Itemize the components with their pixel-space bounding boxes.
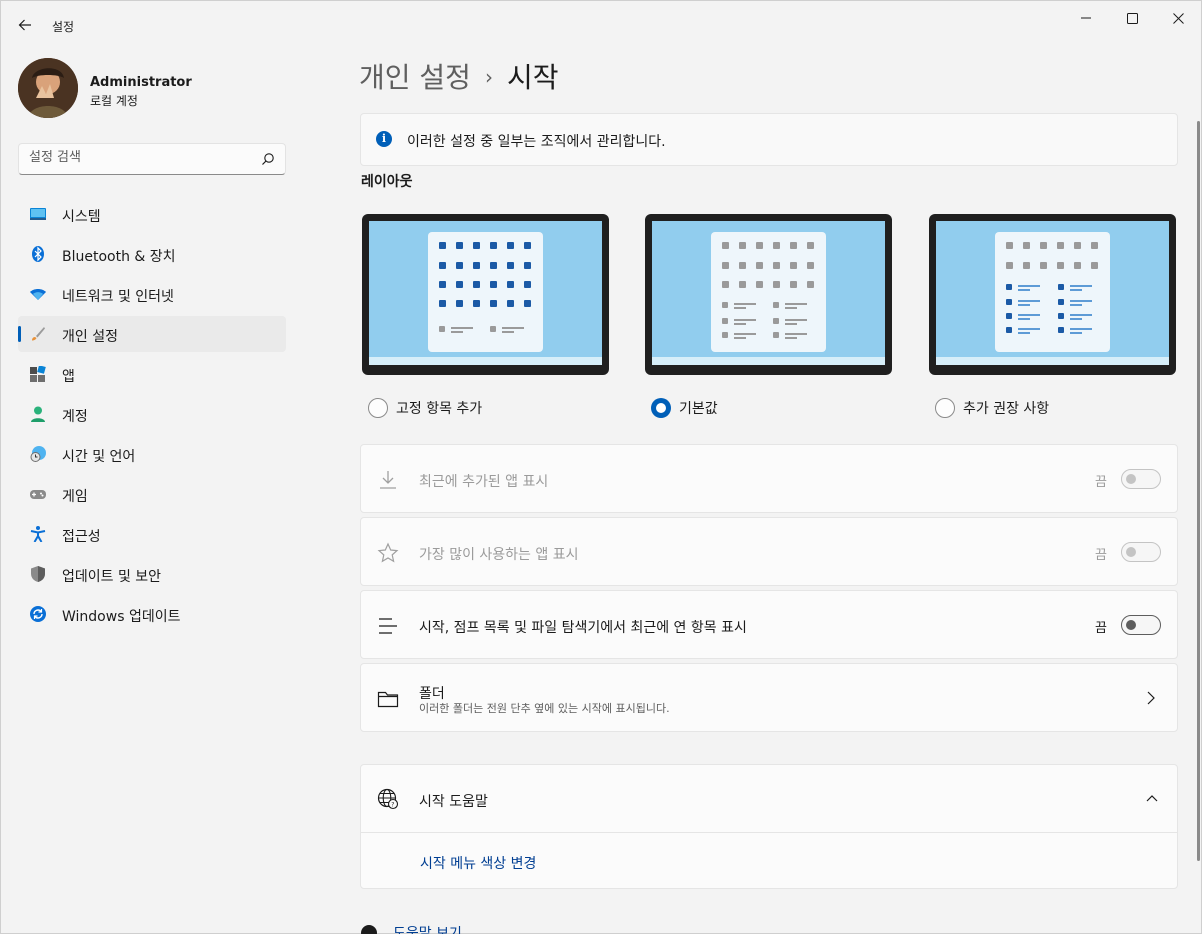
scrollbar[interactable] [1197, 121, 1200, 861]
app-title: 설정 [52, 20, 75, 34]
sidebar-item-label: 계정 [62, 409, 88, 425]
apps-icon [30, 366, 46, 382]
maximize-button[interactable] [1109, 1, 1155, 35]
radio-more-pins[interactable]: 고정 항목 추가 [368, 398, 482, 418]
globe-clock-icon [30, 446, 46, 462]
info-text: 이러한 설정 중 일부는 조직에서 관리합니다. [407, 134, 666, 150]
page-title: 시작 [506, 61, 559, 94]
back-button[interactable] [11, 11, 39, 39]
toggle-state: 끔 [1095, 475, 1107, 490]
sidebar-item-label: Windows 업데이트 [62, 609, 181, 625]
start-help-section: ? 시작 도움말 시작 메뉴 색상 변경 [360, 764, 1178, 889]
layout-preview-default[interactable] [645, 214, 892, 375]
toggle-state: 끔 [1095, 548, 1107, 563]
arrow-left-icon [18, 19, 31, 31]
sidebar-item-accessibility[interactable]: 접근성 [18, 516, 286, 552]
help-header[interactable]: ? 시작 도움말 [361, 765, 1177, 833]
setting-label: 가장 많이 사용하는 앱 표시 [419, 547, 579, 563]
layout-preview-more-recommendations[interactable] [929, 214, 1176, 375]
setting-recent-items: 시작, 점프 목록 및 파일 탐색기에서 최근에 연 항목 표시 끔 [360, 590, 1178, 659]
minimize-button[interactable] [1063, 1, 1109, 35]
chevron-up-icon[interactable] [1145, 791, 1159, 805]
download-icon [380, 471, 396, 489]
sidebar-item-label: Bluetooth & 장치 [62, 249, 176, 265]
accessibility-icon [30, 526, 46, 542]
setting-description: 이러한 폴더는 전원 단추 옆에 있는 시작에 표시됩니다. [419, 702, 670, 715]
sidebar-item-label: 업데이트 및 보안 [62, 569, 162, 585]
svg-text:?: ? [391, 801, 394, 808]
help-title: 시작 도움말 [419, 794, 488, 810]
radio-button-checked[interactable] [651, 398, 671, 418]
person-icon [31, 406, 45, 422]
sidebar-item-update-security[interactable]: 업데이트 및 보안 [18, 556, 286, 592]
toggle-switch [1121, 469, 1161, 489]
sidebar-item-label: 접근성 [62, 529, 101, 545]
account-type: 로컬 계정 [90, 94, 138, 108]
gamepad-icon [30, 490, 46, 499]
managed-info-bar: i 이러한 설정 중 일부는 조직에서 관리합니다. [360, 113, 1178, 166]
sidebar-item-personalization[interactable]: 개인 설정 [18, 316, 286, 352]
globe-help-icon: ? [377, 788, 399, 810]
layout-preview-more-pins[interactable] [362, 214, 609, 375]
change-start-menu-color-link[interactable]: 시작 메뉴 색상 변경 [420, 853, 536, 873]
sidebar-item-label: 게임 [62, 489, 88, 505]
wifi-icon [30, 289, 46, 300]
chevron-right-icon [1147, 691, 1155, 705]
breadcrumb-separator: › [484, 65, 493, 89]
sidebar-item-label: 시간 및 언어 [62, 449, 136, 465]
setting-recently-added-apps: 최근에 추가된 앱 표시 끔 [360, 444, 1178, 513]
bluetooth-icon [32, 246, 44, 262]
title-bar: 설정 [1, 1, 1201, 49]
breadcrumb-parent[interactable]: 개인 설정 [359, 61, 471, 94]
radio-button[interactable] [368, 398, 388, 418]
maximize-icon [1126, 12, 1138, 24]
sidebar-item-windows-update[interactable]: Windows 업데이트 [18, 596, 286, 632]
paintbrush-icon [32, 327, 45, 341]
sidebar-item-time-language[interactable]: 시간 및 언어 [18, 436, 286, 472]
sidebar-item-label: 시스템 [62, 209, 101, 225]
setting-label: 시작, 점프 목록 및 파일 탐색기에서 최근에 연 항목 표시 [419, 620, 747, 636]
avatar [18, 58, 78, 118]
toggle-switch [1121, 542, 1161, 562]
settings-search[interactable] [18, 143, 286, 175]
shield-icon [31, 566, 45, 582]
setting-most-used-apps: 가장 많이 사용하는 앱 표시 끔 [360, 517, 1178, 586]
windows-update-icon [30, 606, 46, 622]
radio-default[interactable]: 기본값 [651, 398, 718, 418]
toggle-state: 끔 [1095, 621, 1107, 636]
list-icon [379, 618, 397, 634]
sidebar-item-label: 개인 설정 [62, 329, 118, 345]
search-icon [262, 153, 274, 165]
layout-section-title: 레이아웃 [361, 174, 413, 190]
radio-more-recommendations[interactable]: 추가 권장 사항 [935, 398, 1049, 418]
sidebar-item-network[interactable]: 네트워크 및 인터넷 [18, 276, 286, 312]
info-icon: i [376, 131, 392, 147]
sidebar-item-accounts[interactable]: 계정 [18, 396, 286, 432]
sidebar-item-apps[interactable]: 앱 [18, 356, 286, 392]
sidebar-item-bluetooth[interactable]: Bluetooth & 장치 [18, 236, 286, 272]
breadcrumb: 개인 설정 › 시작 [359, 56, 558, 96]
radio-label: 추가 권장 사항 [963, 401, 1050, 417]
sidebar-item-gaming[interactable]: 게임 [18, 476, 286, 512]
radio-label: 고정 항목 추가 [396, 401, 483, 417]
minimize-icon [1081, 17, 1091, 19]
help-icon [361, 925, 377, 934]
sidebar-item-system[interactable]: 시스템 [18, 196, 286, 232]
close-icon [1172, 12, 1184, 24]
setting-folders[interactable]: 폴더 이러한 폴더는 전원 단추 옆에 있는 시작에 표시됩니다. [360, 663, 1178, 732]
user-name: Administrator [90, 75, 192, 90]
sidebar-nav: 시스템 Bluetooth & 장치 네트워크 및 인터넷 개인 설정 앱 계정… [18, 196, 286, 636]
sidebar-item-label: 네트워크 및 인터넷 [62, 289, 174, 305]
star-icon [377, 542, 399, 563]
toggle-switch[interactable] [1121, 615, 1161, 635]
setting-label: 최근에 추가된 앱 표시 [419, 474, 549, 490]
get-help-link[interactable]: 도움말 보기 [393, 923, 462, 934]
sidebar-item-label: 앱 [62, 369, 75, 385]
search-input[interactable] [29, 150, 249, 165]
radio-button[interactable] [935, 398, 955, 418]
close-button[interactable] [1155, 1, 1201, 35]
radio-label: 기본값 [679, 401, 718, 417]
folder-icon [377, 691, 399, 708]
system-monitor-icon [30, 208, 46, 220]
